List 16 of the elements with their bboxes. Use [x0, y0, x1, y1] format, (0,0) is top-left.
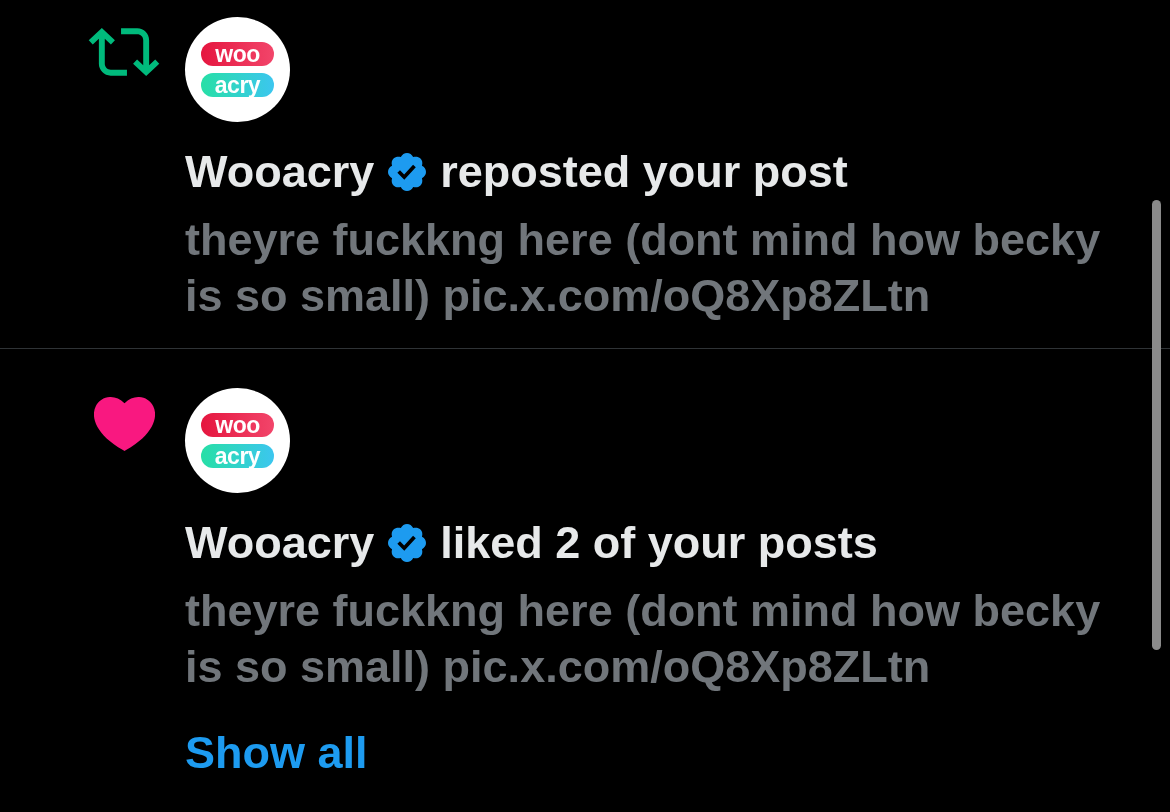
user-name[interactable]: Wooacry [185, 515, 375, 571]
repost-icon [88, 28, 160, 76]
scrollbar[interactable] [1152, 200, 1161, 650]
post-text[interactable]: theyre fuckkng here (dont mind how becky is so small) pic.x.com/oQ8Xp8ZLtn [185, 212, 1125, 324]
show-all-link[interactable]: Show all [185, 725, 368, 781]
logo-wordmark: acry [201, 73, 274, 97]
notification-action: reposted your post [440, 145, 848, 199]
heart-icon [93, 397, 155, 451]
notification-action: liked 2 of your posts [440, 516, 878, 570]
post-text[interactable]: theyre fuckkng here (dont mind how becky is so small) pic.x.com/oQ8Xp8ZLtn [185, 583, 1125, 695]
avatar[interactable]: woo acry [185, 388, 290, 493]
logo-wordmark: woo [201, 413, 274, 437]
user-name[interactable]: Wooacry [185, 144, 375, 200]
avatar[interactable]: woo acry [185, 17, 290, 122]
logo-wordmark: acry [201, 444, 274, 468]
logo-wordmark: woo [201, 42, 274, 66]
